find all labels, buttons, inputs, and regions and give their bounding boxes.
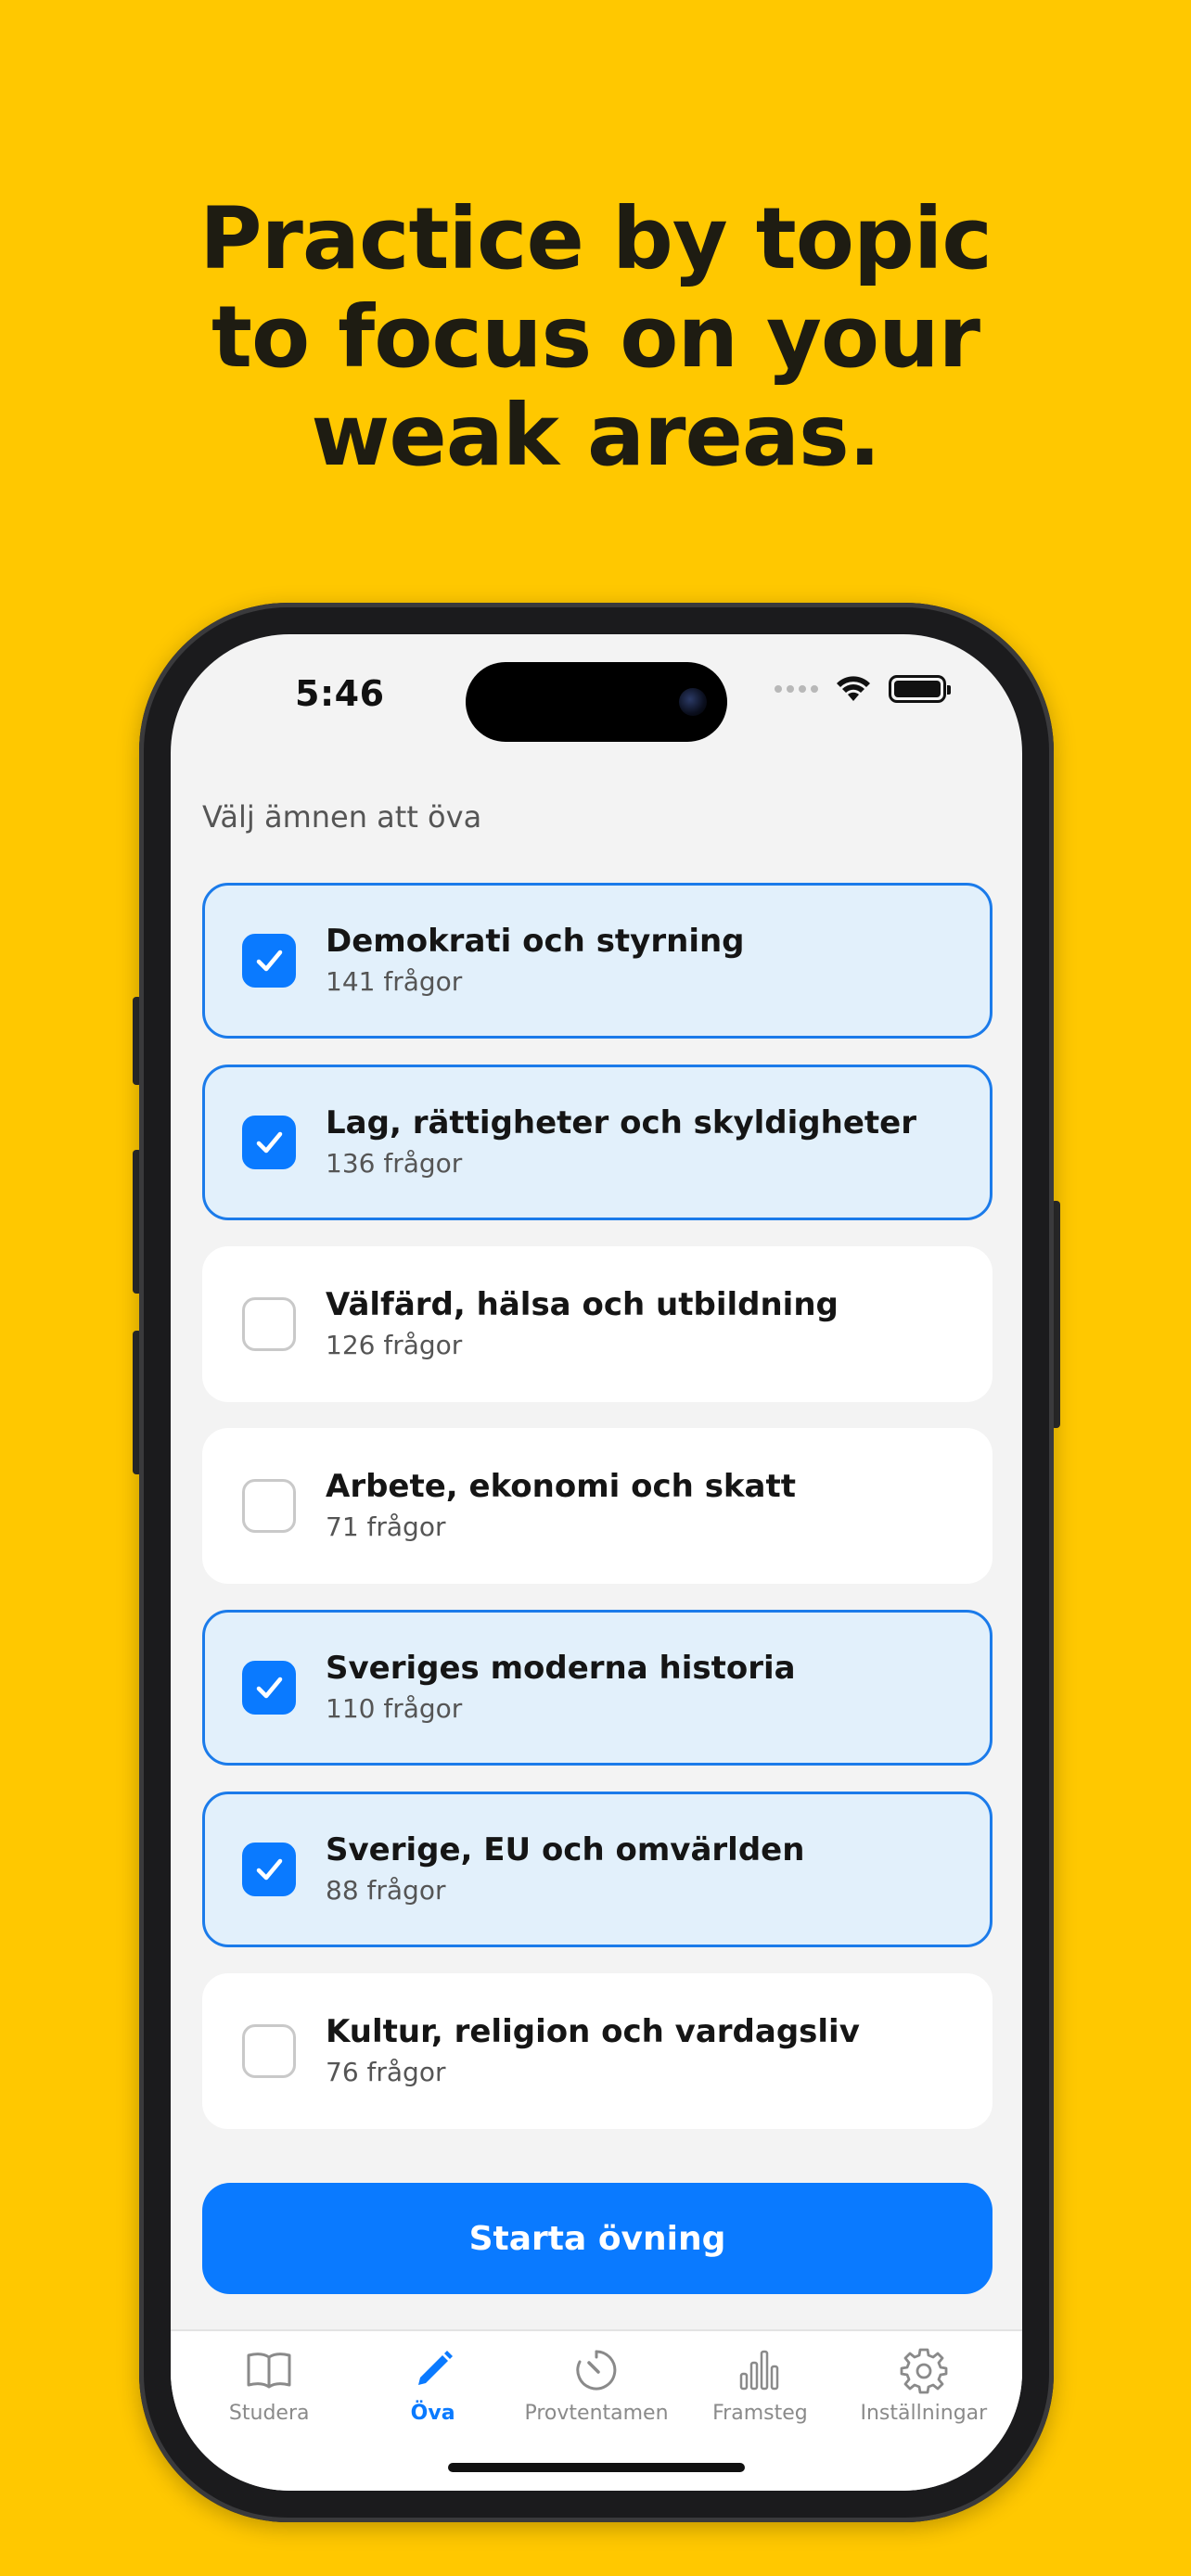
checkbox[interactable] bbox=[242, 1661, 296, 1715]
topic-question-count: 126 frågor bbox=[326, 1330, 463, 1360]
checkbox[interactable] bbox=[242, 1843, 296, 1896]
wifi-icon bbox=[837, 676, 870, 701]
topic-title: Lag, rättigheter och skyldigheter bbox=[326, 1104, 916, 1141]
book-icon bbox=[247, 2353, 291, 2389]
checkbox[interactable] bbox=[242, 2024, 296, 2078]
topic-question-count: 141 frågor bbox=[326, 966, 463, 997]
phone-screen: 5:46 Välj ämnen att öva Demokrati och st… bbox=[171, 634, 1022, 2491]
headline-line-3: weak areas. bbox=[311, 386, 880, 485]
tab-installningar[interactable]: Inställningar bbox=[842, 2331, 1005, 2425]
topic-title: Sveriges moderna historia bbox=[326, 1650, 796, 1687]
topic-title: Demokrati och styrning bbox=[326, 923, 745, 960]
topic-list: Demokrati och styrning 141 frågor Lag, r… bbox=[202, 883, 992, 2155]
topic-title: Arbete, ekonomi och skatt bbox=[326, 1468, 796, 1505]
checkbox[interactable] bbox=[242, 1479, 296, 1533]
topic-text: Sverige, EU och omvärlden 88 frågor bbox=[326, 1830, 804, 1909]
topic-item[interactable]: Kultur, religion och vardagsliv 76 frågo… bbox=[202, 1973, 992, 2129]
tab-ova[interactable]: Öva bbox=[351, 2331, 514, 2425]
checkmark-icon bbox=[256, 950, 283, 972]
checkbox[interactable] bbox=[242, 1116, 296, 1169]
tab-provtentamen[interactable]: Provtentamen bbox=[515, 2331, 678, 2425]
checkbox[interactable] bbox=[242, 934, 296, 988]
topic-item[interactable]: Sveriges moderna historia 110 frågor bbox=[202, 1610, 992, 1766]
tab-label: Studera bbox=[228, 2402, 310, 2425]
checkbox[interactable] bbox=[242, 1297, 296, 1351]
section-title: Välj ämnen att öva bbox=[202, 799, 482, 835]
checkmark-icon bbox=[256, 1858, 283, 1881]
checkmark-icon bbox=[256, 1131, 283, 1154]
topic-title: Kultur, religion och vardagsliv bbox=[326, 2013, 860, 2050]
camera-icon bbox=[679, 688, 707, 716]
topic-item[interactable]: Demokrati och styrning 141 frågor bbox=[202, 883, 992, 1039]
gear-icon bbox=[900, 2348, 948, 2394]
topic-text: Lag, rättigheter och skyldigheter 136 fr… bbox=[326, 1103, 916, 1182]
topic-question-count: 88 frågor bbox=[326, 1875, 446, 1906]
home-indicator[interactable] bbox=[448, 2463, 745, 2472]
headline: Practice by topic to focus on your weak … bbox=[0, 190, 1191, 485]
topic-item[interactable]: Sverige, EU och omvärlden 88 frågor bbox=[202, 1792, 992, 1947]
checkmark-icon bbox=[256, 1677, 283, 1699]
tab-label: Inställningar bbox=[860, 2402, 988, 2425]
dynamic-island bbox=[466, 662, 727, 742]
topic-text: Välfärd, hälsa och utbildning 126 frågor bbox=[326, 1284, 839, 1364]
tab-label: Öva bbox=[410, 2402, 455, 2425]
battery-icon bbox=[889, 675, 951, 703]
topic-title: Välfärd, hälsa och utbildning bbox=[326, 1286, 839, 1323]
topic-question-count: 110 frågor bbox=[326, 1693, 463, 1724]
tab-label: Framsteg bbox=[712, 2402, 808, 2425]
timer-icon bbox=[576, 2350, 617, 2391]
topic-item[interactable]: Välfärd, hälsa och utbildning 126 frågor bbox=[202, 1246, 992, 1402]
cellular-signal-icon bbox=[775, 685, 818, 693]
topic-item[interactable]: Arbete, ekonomi och skatt 71 frågor bbox=[202, 1428, 992, 1584]
status-time: 5:46 bbox=[295, 673, 385, 714]
topic-question-count: 71 frågor bbox=[326, 1511, 446, 1542]
bar-chart-icon bbox=[740, 2350, 779, 2391]
headline-line-1: Practice by topic bbox=[199, 189, 992, 288]
pencil-icon bbox=[417, 2351, 453, 2385]
topic-text: Kultur, religion och vardagsliv 76 frågo… bbox=[326, 2011, 860, 2091]
topic-text: Sveriges moderna historia 110 frågor bbox=[326, 1648, 796, 1728]
tab-studera[interactable]: Studera bbox=[187, 2331, 351, 2425]
topic-item[interactable]: Lag, rättigheter och skyldigheter 136 fr… bbox=[202, 1065, 992, 1220]
topic-title: Sverige, EU och omvärlden bbox=[326, 1831, 805, 1868]
topic-question-count: 76 frågor bbox=[326, 2057, 446, 2087]
tab-label: Provtentamen bbox=[524, 2402, 669, 2425]
status-icons bbox=[775, 675, 951, 703]
tab-framsteg[interactable]: Framsteg bbox=[678, 2331, 841, 2425]
start-practice-button[interactable]: Starta övning bbox=[202, 2183, 992, 2294]
headline-line-2: to focus on your bbox=[211, 287, 980, 387]
topic-text: Arbete, ekonomi och skatt 71 frågor bbox=[326, 1466, 796, 1546]
topic-text: Demokrati och styrning 141 frågor bbox=[326, 921, 745, 1001]
topic-question-count: 136 frågor bbox=[326, 1148, 463, 1179]
